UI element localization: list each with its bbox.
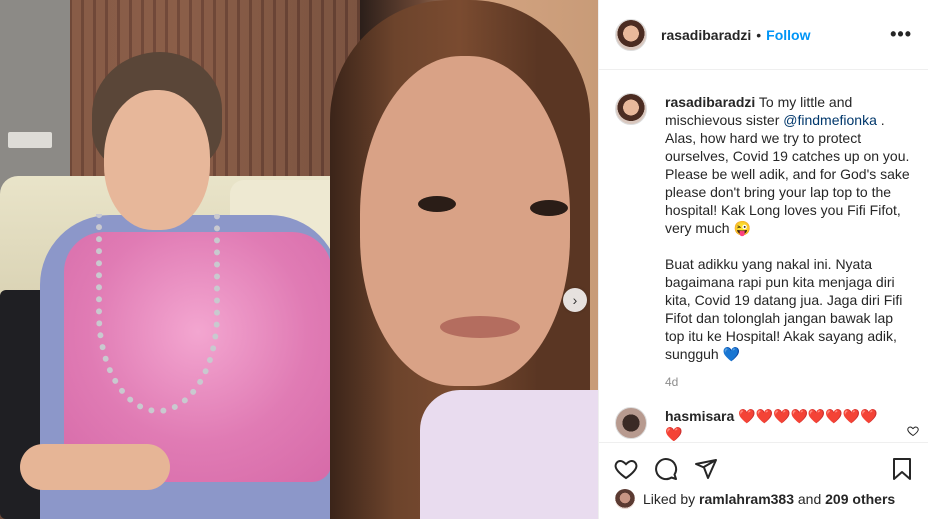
comment: hasmisara ❤️❤️❤️❤️❤️❤️❤️❤️❤️ [615,407,913,441]
comment-text: hasmisara ❤️❤️❤️❤️❤️❤️❤️❤️❤️ [665,407,895,441]
action-bar: Liked by ramlahram383 and 209 others [599,442,928,519]
caption: rasadibaradzi To my little and mischievo… [615,93,913,363]
carousel-next-button[interactable]: › [563,288,587,312]
avatar[interactable] [615,489,635,509]
eye [530,200,568,216]
comments-section[interactable]: rasadibaradzi To my little and mischievo… [599,71,928,441]
comment-username[interactable]: hasmisara [665,408,734,424]
post-header: rasadibaradzi • Follow ••• [599,0,928,70]
caption-paragraph-2: Buat adikku yang nakal ini. Nyata bagaim… [665,256,903,362]
caption-username[interactable]: rasadibaradzi [665,94,755,110]
post-age[interactable]: 4d [665,375,913,389]
likes-prefix: Liked by [643,491,696,507]
post-photo: › [0,0,598,519]
avatar[interactable] [615,93,647,125]
chevron-right-icon: › [572,292,578,308]
header-username[interactable]: rasadibaradzi [661,27,751,43]
action-icons [599,443,928,495]
likes-joiner: and [797,491,822,507]
likes-user[interactable]: ramlahram383 [699,491,794,507]
follow-button[interactable]: Follow [766,27,810,43]
person-right-shirt [420,390,598,519]
likes-others[interactable]: 209 others [825,491,895,507]
avatar[interactable] [615,407,647,439]
hand [20,444,170,490]
likes-summary: Liked by ramlahram383 and 209 others [599,489,928,509]
paper-plane-icon[interactable] [693,456,719,482]
heart-icon[interactable] [613,456,639,482]
more-options-icon[interactable]: ••• [890,24,912,45]
comment-icon[interactable] [653,456,679,482]
bookmark-icon[interactable] [889,456,915,482]
caption-text: rasadibaradzi To my little and mischievo… [665,93,913,363]
separator-dot: • [756,26,762,43]
pearl-necklace [96,214,220,414]
lips [440,316,520,338]
caption-text-part2: . Alas, how hard we try to protect ourse… [665,112,910,236]
mention-link[interactable]: @findmefionka [783,112,877,128]
wall-socket [8,132,52,148]
person-left-face [104,90,210,230]
post-sidebar: rasadibaradzi • Follow ••• rasadibaradzi… [598,0,928,519]
avatar[interactable] [615,18,647,51]
eye [418,196,456,212]
heart-icon[interactable] [907,425,919,440]
